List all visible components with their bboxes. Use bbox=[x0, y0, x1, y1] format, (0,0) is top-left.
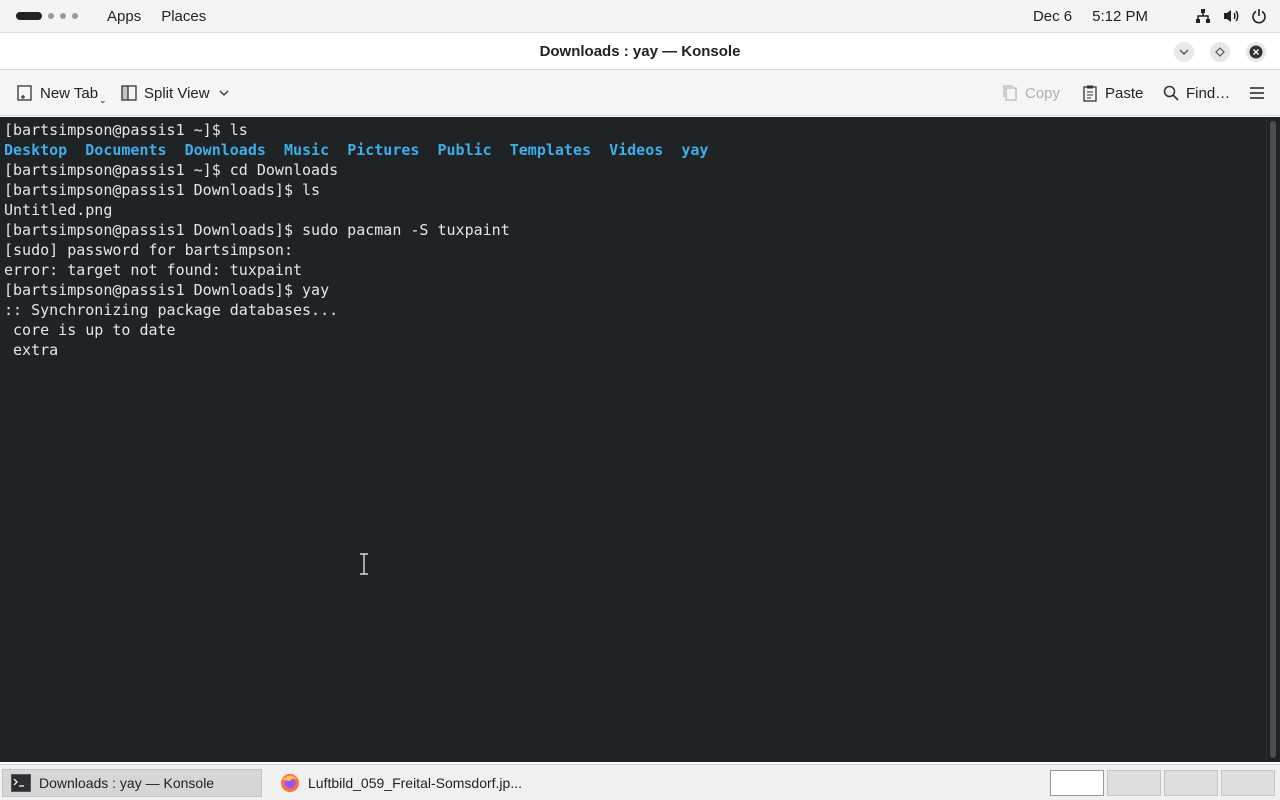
terminal-line: [bartsimpson@passis1 Downloads]$ yay bbox=[4, 281, 330, 299]
copy-button[interactable]: Copy bbox=[1001, 70, 1060, 116]
workspace-2[interactable] bbox=[1107, 770, 1161, 796]
directory-entry: Pictures bbox=[347, 141, 420, 159]
firefox-icon bbox=[280, 773, 300, 793]
directory-entry: yay bbox=[681, 141, 709, 159]
network-icon[interactable] bbox=[1194, 7, 1212, 25]
top-panel: Apps Places Dec 6 5:12 PM bbox=[0, 0, 1280, 32]
activities-indicator[interactable] bbox=[16, 12, 86, 20]
find-label: Find… bbox=[1186, 84, 1231, 102]
paste-icon bbox=[1083, 85, 1097, 102]
close-icon bbox=[1249, 45, 1263, 59]
new-tab-icon bbox=[17, 85, 32, 101]
new-tab-button[interactable]: New Tab ⌄ bbox=[16, 70, 107, 116]
text-cursor-icon bbox=[360, 553, 368, 575]
search-icon bbox=[1163, 85, 1179, 101]
terminal-line: [bartsimpson@passis1 ~]$ cd Downloads bbox=[4, 161, 339, 179]
directory-entry: Documents bbox=[85, 141, 167, 159]
minimize-button[interactable] bbox=[1174, 42, 1194, 62]
terminal-scrollbar[interactable] bbox=[1266, 117, 1280, 762]
workspace-1[interactable] bbox=[1050, 770, 1104, 796]
terminal-line: [bartsimpson@passis1 ~]$ ls bbox=[4, 121, 248, 139]
hamburger-menu-button[interactable] bbox=[1248, 70, 1272, 116]
terminal-icon bbox=[11, 773, 31, 793]
terminal-line: extra bbox=[4, 341, 59, 359]
task-konsole[interactable]: Downloads : yay — Konsole bbox=[2, 769, 262, 797]
workspace-pill-icon bbox=[16, 12, 42, 20]
taskbar: Downloads : yay — Konsole Luftbild_059_F… bbox=[0, 764, 1280, 800]
terminal-line: error: target not found: tuxpaint bbox=[4, 261, 303, 279]
hamburger-menu-icon bbox=[1250, 87, 1264, 99]
split-view-button[interactable]: Split View bbox=[120, 70, 236, 116]
dropdown-caret-icon: ⌄ bbox=[99, 94, 107, 105]
split-view-icon bbox=[121, 85, 137, 101]
workspace-3[interactable] bbox=[1164, 770, 1218, 796]
terminal-output[interactable]: [bartsimpson@passis1 ~]$ ls Desktop Docum… bbox=[0, 117, 1266, 762]
paste-label: Paste bbox=[1105, 84, 1144, 102]
terminal-line: Desktop Documents Downloads Music Pictur… bbox=[4, 140, 1266, 160]
copy-icon bbox=[1003, 85, 1017, 101]
terminal-line: core is up to date bbox=[4, 321, 176, 339]
window-title: Downloads : yay — Konsole bbox=[539, 43, 741, 60]
apps-menu[interactable]: Apps bbox=[107, 8, 141, 25]
terminal-line: [bartsimpson@passis1 Downloads]$ sudo pa… bbox=[4, 221, 510, 239]
close-button[interactable] bbox=[1246, 42, 1266, 62]
directory-entry: Music bbox=[283, 141, 330, 159]
konsole-toolbar: New Tab ⌄ Split View Copy Paste Find… bbox=[0, 70, 1280, 116]
terminal-line: [bartsimpson@passis1 Downloads]$ ls bbox=[4, 181, 321, 199]
places-menu[interactable]: Places bbox=[161, 8, 206, 25]
workspace-4[interactable] bbox=[1221, 770, 1275, 796]
terminal-line: :: Synchronizing package databases... bbox=[4, 301, 339, 319]
diamond-icon bbox=[1215, 47, 1225, 57]
terminal-line: [sudo] password for bartsimpson: bbox=[4, 241, 293, 259]
directory-entry: Public bbox=[437, 141, 492, 159]
copy-label: Copy bbox=[1025, 84, 1061, 102]
workspace-dot-icon bbox=[48, 13, 54, 19]
clock-time[interactable]: 5:12 PM bbox=[1092, 8, 1148, 25]
task-label: Luftbild_059_Freital-Somsdorf.jp... bbox=[308, 775, 522, 791]
directory-entry: Desktop bbox=[4, 141, 68, 159]
window-titlebar[interactable]: Downloads : yay — Konsole bbox=[0, 32, 1280, 70]
maximize-button[interactable] bbox=[1210, 42, 1230, 62]
new-tab-label: New Tab bbox=[40, 84, 99, 102]
task-firefox[interactable]: Luftbild_059_Freital-Somsdorf.jp... bbox=[272, 769, 542, 797]
directory-entry: Downloads bbox=[184, 141, 266, 159]
volume-icon[interactable] bbox=[1222, 7, 1240, 25]
chevron-down-icon bbox=[1179, 49, 1189, 55]
power-icon[interactable] bbox=[1250, 7, 1268, 25]
clock-date[interactable]: Dec 6 bbox=[1033, 8, 1072, 25]
scrollbar-thumb[interactable] bbox=[1270, 121, 1276, 758]
find-button[interactable]: Find… bbox=[1162, 70, 1230, 116]
terminal-line: Untitled.png bbox=[4, 201, 113, 219]
workspace-dot-icon bbox=[60, 13, 66, 19]
directory-entry: Videos bbox=[609, 141, 664, 159]
workspace-dot-icon bbox=[72, 13, 78, 19]
chevron-down-icon bbox=[219, 90, 229, 96]
paste-button[interactable]: Paste bbox=[1081, 70, 1143, 116]
split-view-label: Split View bbox=[144, 84, 210, 102]
directory-entry: Templates bbox=[509, 141, 592, 159]
task-label: Downloads : yay — Konsole bbox=[39, 775, 215, 791]
